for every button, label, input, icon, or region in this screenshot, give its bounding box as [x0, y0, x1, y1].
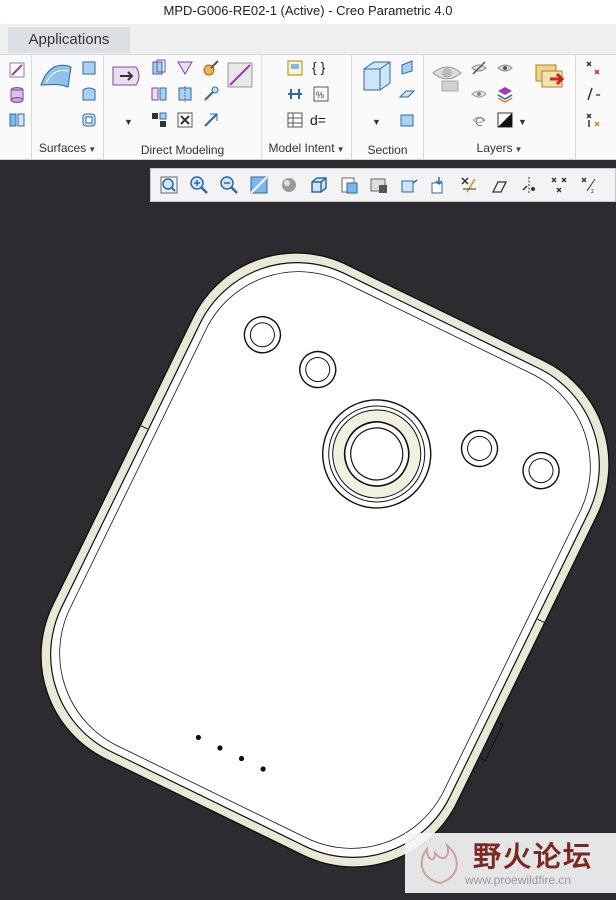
- fill-surface-icon[interactable]: [80, 85, 98, 103]
- group-label-surfaces[interactable]: Surfaces ▼: [32, 141, 103, 157]
- layer-tree-icon[interactable]: [532, 59, 568, 95]
- tab-applications[interactable]: Applications: [8, 27, 130, 53]
- repaint-icon[interactable]: [249, 175, 269, 195]
- ribbon-group-partial-right: [576, 55, 616, 160]
- ribbon-tab-row: Applications: [0, 24, 616, 55]
- attach-icon[interactable]: [202, 85, 220, 103]
- boundary-blend-icon[interactable]: [80, 59, 98, 77]
- offset-section-icon[interactable]: [398, 85, 416, 103]
- dropdown-caret-icon[interactable]: ▼: [124, 117, 133, 127]
- named-views-icon[interactable]: [339, 175, 359, 195]
- display-style-icon[interactable]: [279, 175, 299, 195]
- group-label-model-intent[interactable]: Model Intent ▼: [262, 141, 351, 157]
- show-hide-icon[interactable]: [430, 59, 464, 93]
- spin-center-icon[interactable]: z: [579, 175, 599, 195]
- group-label-section[interactable]: Section: [352, 143, 423, 157]
- svg-text:z: z: [591, 189, 594, 195]
- paint-icon[interactable]: [202, 59, 220, 77]
- ribbon-group-partial: [0, 55, 32, 160]
- zone-icon[interactable]: [398, 111, 416, 129]
- svg-text:%: %: [316, 90, 324, 100]
- window-title: MPD-G006-RE02-1 (Active) - Creo Parametr…: [0, 0, 616, 24]
- point-display-icon[interactable]: [519, 175, 539, 195]
- planar-section-icon[interactable]: [398, 59, 416, 77]
- edit-icon[interactable]: [8, 61, 26, 79]
- status-eye-icon[interactable]: [470, 85, 488, 103]
- section-cube-icon[interactable]: [360, 59, 394, 93]
- graphics-window[interactable]: [0, 161, 616, 900]
- pattern-icon[interactable]: [150, 85, 168, 103]
- saved-orientations-icon[interactable]: [309, 175, 329, 195]
- flexible-modeling-icon[interactable]: [110, 61, 144, 91]
- parameters-icon[interactable]: { }: [312, 59, 325, 75]
- section-dropdown-icon[interactable]: ▼: [372, 117, 381, 127]
- csys-display-icon[interactable]: [549, 175, 569, 195]
- unhide-icon[interactable]: [496, 59, 514, 77]
- ribbon-group-model-intent: { } % d= Model Intent ▼: [262, 55, 352, 160]
- switch-dimensions-icon[interactable]: [286, 85, 304, 103]
- offset-icon[interactable]: [176, 59, 194, 77]
- edit-round-icon[interactable]: [150, 111, 168, 129]
- ribbon: Surfaces ▼ ▼ Direct Modeling { } % d= Mod…: [0, 55, 616, 160]
- remove-icon[interactable]: [176, 111, 194, 129]
- freestyle-surface-icon[interactable]: [38, 61, 74, 91]
- watermark-url: www.proewildfire.cn: [465, 873, 572, 887]
- relations-icon[interactable]: %: [312, 85, 330, 103]
- connect-icon[interactable]: [202, 111, 220, 129]
- group-label-direct-modeling[interactable]: Direct Modeling: [104, 143, 261, 157]
- substitute-icon[interactable]: [226, 61, 254, 89]
- watermark: 野火论坛 www.proewildfire.cn: [405, 833, 616, 893]
- annotation-display-icon[interactable]: [429, 175, 449, 195]
- point-display-icon[interactable]: [584, 111, 602, 129]
- database-icon[interactable]: [8, 86, 26, 104]
- symmetry-icon[interactable]: [176, 85, 194, 103]
- hide-icon[interactable]: [470, 59, 488, 77]
- refit-icon[interactable]: [159, 175, 179, 195]
- datum-display-icon[interactable]: [584, 59, 602, 77]
- group-label-layers[interactable]: Layers ▼: [424, 141, 575, 157]
- dimensions-icon[interactable]: d=: [310, 112, 326, 128]
- axis-display-icon[interactable]: [584, 85, 602, 103]
- ribbon-group-direct-modeling: ▼ Direct Modeling: [104, 55, 262, 160]
- watermark-title: 野火论坛: [473, 840, 594, 873]
- graphics-toolbar: z: [150, 168, 616, 202]
- mirror-icon[interactable]: [8, 111, 26, 129]
- ribbon-group-surfaces: Surfaces ▼: [32, 55, 104, 160]
- view-manager-icon[interactable]: [369, 175, 389, 195]
- layers-icon[interactable]: [496, 85, 514, 103]
- move-icon[interactable]: [150, 59, 168, 77]
- appearance-icon[interactable]: [496, 111, 514, 129]
- datum-plane-display-icon[interactable]: [459, 175, 479, 195]
- offset-surface-icon[interactable]: [80, 111, 98, 129]
- family-table-icon[interactable]: [286, 59, 304, 77]
- ribbon-group-layers: ▼ Layers ▼: [424, 55, 576, 160]
- perspective-icon[interactable]: [399, 175, 419, 195]
- appearance-dropdown-icon[interactable]: ▼: [518, 117, 527, 127]
- refresh-eye-icon[interactable]: [470, 111, 488, 129]
- flame-logo-icon: [420, 841, 458, 885]
- datum-axis-display-icon[interactable]: [489, 175, 509, 195]
- ribbon-group-section: ▼ Section: [352, 55, 424, 160]
- table-icon[interactable]: [286, 111, 304, 129]
- zoom-in-icon[interactable]: [189, 175, 209, 195]
- zoom-out-icon[interactable]: [219, 175, 239, 195]
